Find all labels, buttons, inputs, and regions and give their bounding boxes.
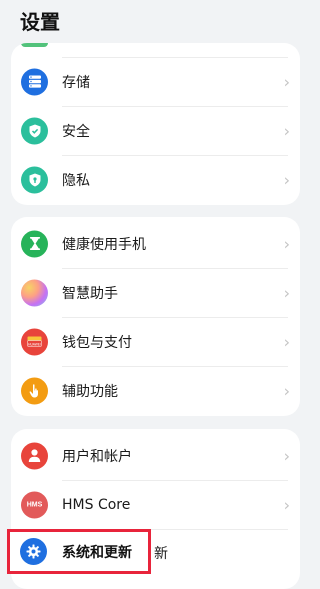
chevron-right-icon: › [283,446,290,465]
settings-item-label: 存储 [62,74,90,91]
gear-icon [20,538,47,565]
settings-item-users-accounts[interactable]: 用户和帐户 › [11,431,300,480]
chevron-right-icon: › [283,234,290,253]
chevron-right-icon: › [283,170,290,189]
settings-item-label: 隐私 [62,172,90,189]
chevron-right-icon: › [283,72,290,91]
partial-icon [21,43,48,47]
settings-group-assistant: 健康使用手机 › 智慧助手 › HUAWEI 钱包与支付 › 辅助功能 › [11,217,300,416]
privacy-icon [21,166,48,193]
settings-item-label: 用户和帐户 [62,448,132,465]
chevron-right-icon: › [283,332,290,351]
settings-item-label: 健康使用手机 [62,236,146,253]
settings-item-label: 钱包与支付 [62,334,132,351]
settings-item-label: 辅助功能 [62,383,118,400]
settings-item-hms-core[interactable]: HMS HMS Core › [11,480,300,529]
settings-item-label: 系统和更新 [62,545,132,561]
chevron-right-icon: › [283,121,290,140]
chevron-right-icon: › [283,283,290,302]
settings-item-label: HMS Core [62,496,131,513]
settings-item-accessibility[interactable]: 辅助功能 › [11,366,300,415]
assistant-icon [21,279,48,306]
chevron-right-icon: › [283,495,290,514]
hourglass-icon [21,230,48,257]
settings-item-wallet[interactable]: HUAWEI 钱包与支付 › [11,317,300,366]
shield-check-icon [21,117,48,144]
settings-item-system-update[interactable]: 系统和更新 [10,532,150,571]
settings-item-privacy[interactable]: 隐私 › [11,155,300,204]
page-title: 设置 [20,10,60,34]
chevron-right-icon: › [283,381,290,400]
hms-icon: HMS [21,491,48,518]
settings-item-digital-balance[interactable]: 健康使用手机 › [11,219,300,268]
wallet-icon-text: HUAWEI [28,343,41,347]
hand-icon [21,377,48,404]
settings-item-smart-assistant[interactable]: 智慧助手 › [11,268,300,317]
settings-group-device: 存储 › 安全 › 隐私 › [11,43,300,205]
wallet-icon: HUAWEI [21,328,48,355]
storage-icon [21,68,48,95]
hms-icon-text: HMS [26,501,43,508]
settings-item-label: 安全 [62,123,90,140]
user-icon [21,442,48,469]
settings-item-security[interactable]: 安全 › [11,106,300,155]
partial-label-text: 新 [154,546,168,562]
settings-item-storage[interactable]: 存储 › [11,57,300,106]
settings-item-label: 智慧助手 [62,285,118,302]
